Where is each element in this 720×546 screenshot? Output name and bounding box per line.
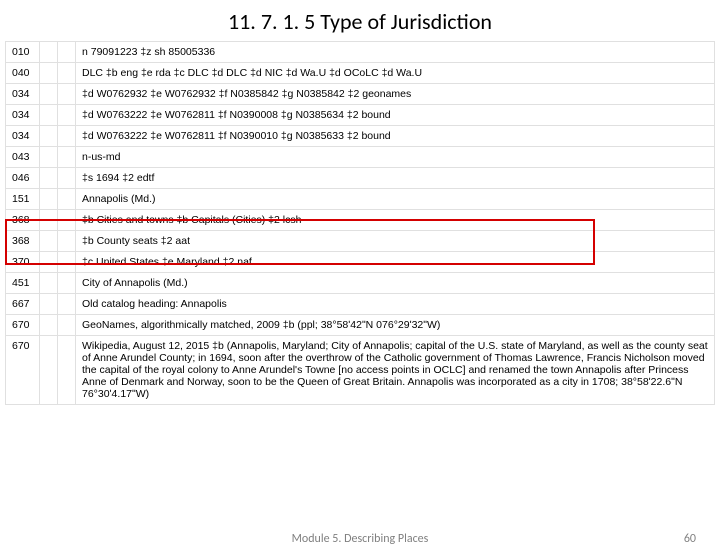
field-tag: 667 xyxy=(6,294,40,315)
indicator-1 xyxy=(40,294,58,315)
indicator-2 xyxy=(58,315,76,336)
field-tag: 370 xyxy=(6,252,40,273)
indicator-2 xyxy=(58,231,76,252)
indicator-1 xyxy=(40,168,58,189)
field-content: Old catalog heading: Annapolis xyxy=(76,294,715,315)
indicator-2 xyxy=(58,210,76,231)
table-row: 368 ‡b County seats ‡2 aat xyxy=(6,231,715,252)
indicator-2 xyxy=(58,105,76,126)
field-tag: 368 xyxy=(6,231,40,252)
table-row: 043 n-us-md xyxy=(6,147,715,168)
indicator-1 xyxy=(40,126,58,147)
field-tag: 670 xyxy=(6,315,40,336)
indicator-2 xyxy=(58,63,76,84)
field-tag: 040 xyxy=(6,63,40,84)
field-content: ‡d W0762932 ‡e W0762932 ‡f N0385842 ‡g N… xyxy=(76,84,715,105)
field-content: DLC ‡b eng ‡e rda ‡c DLC ‡d DLC ‡d NIC ‡… xyxy=(76,63,715,84)
table-row: 034 ‡d W0762932 ‡e W0762932 ‡f N0385842 ‡… xyxy=(6,84,715,105)
field-tag: 046 xyxy=(6,168,40,189)
field-tag: 151 xyxy=(6,189,40,210)
field-tag: 670 xyxy=(6,336,40,405)
indicator-2 xyxy=(58,84,76,105)
field-tag: 034 xyxy=(6,126,40,147)
indicator-1 xyxy=(40,336,58,405)
indicator-1 xyxy=(40,189,58,210)
field-content: Annapolis (Md.) xyxy=(76,189,715,210)
field-tag: 043 xyxy=(6,147,40,168)
indicator-1 xyxy=(40,210,58,231)
field-content: ‡b County seats ‡2 aat xyxy=(76,231,715,252)
indicator-1 xyxy=(40,63,58,84)
table-row: 667 Old catalog heading: Annapolis xyxy=(6,294,715,315)
indicator-1 xyxy=(40,231,58,252)
table-row: 034 ‡d W0763222 ‡e W0762811 ‡f N0390010 ‡… xyxy=(6,126,715,147)
indicator-1 xyxy=(40,84,58,105)
field-content: Wikipedia, August 12, 2015 ‡b (Annapolis… xyxy=(76,336,715,405)
field-tag: 034 xyxy=(6,84,40,105)
indicator-1 xyxy=(40,273,58,294)
indicator-2 xyxy=(58,336,76,405)
table-row: 010 n 79091223 ‡z sh 85005336 xyxy=(6,42,715,63)
table-row: 670 GeoNames, algorithmically matched, 20… xyxy=(6,315,715,336)
indicator-2 xyxy=(58,168,76,189)
field-content: ‡d W0763222 ‡e W0762811 ‡f N0390010 ‡g N… xyxy=(76,126,715,147)
field-content: n 79091223 ‡z sh 85005336 xyxy=(76,42,715,63)
footer-module: Module 5. Describing Places xyxy=(292,532,429,546)
table-row: 034 ‡d W0763222 ‡e W0762811 ‡f N0390008 ‡… xyxy=(6,105,715,126)
indicator-2 xyxy=(58,273,76,294)
table-row: 451 City of Annapolis (Md.) xyxy=(6,273,715,294)
field-content: ‡d W0763222 ‡e W0762811 ‡f N0390008 ‡g N… xyxy=(76,105,715,126)
table-row: 040 DLC ‡b eng ‡e rda ‡c DLC ‡d DLC ‡d NI… xyxy=(6,63,715,84)
field-tag: 034 xyxy=(6,105,40,126)
indicator-1 xyxy=(40,105,58,126)
field-tag: 010 xyxy=(6,42,40,63)
field-content: ‡s 1694 ‡2 edtf xyxy=(76,168,715,189)
field-content: n-us-md xyxy=(76,147,715,168)
indicator-2 xyxy=(58,252,76,273)
table-row: 670 Wikipedia, August 12, 2015 ‡b (Annapo… xyxy=(6,336,715,405)
field-content: GeoNames, algorithmically matched, 2009 … xyxy=(76,315,715,336)
indicator-1 xyxy=(40,42,58,63)
marc-table: 010 n 79091223 ‡z sh 85005336 040 DLC ‡b en… xyxy=(5,41,715,405)
indicator-1 xyxy=(40,252,58,273)
marc-tbody: 010 n 79091223 ‡z sh 85005336 040 DLC ‡b en… xyxy=(6,42,715,405)
table-row: 368 ‡b Cities and towns ‡b Capitals (Citi… xyxy=(6,210,715,231)
indicator-2 xyxy=(58,294,76,315)
field-content: City of Annapolis (Md.) xyxy=(76,273,715,294)
indicator-2 xyxy=(58,189,76,210)
table-row: 046 ‡s 1694 ‡2 edtf xyxy=(6,168,715,189)
indicator-2 xyxy=(58,126,76,147)
page-title: 11. 7. 1. 5 Type of Jurisdiction xyxy=(0,0,720,41)
field-content: ‡c United States ‡e Maryland ‡2 naf xyxy=(76,252,715,273)
indicator-1 xyxy=(40,315,58,336)
field-tag: 368 xyxy=(6,210,40,231)
table-row: 151 Annapolis (Md.) xyxy=(6,189,715,210)
indicator-1 xyxy=(40,147,58,168)
field-tag: 451 xyxy=(6,273,40,294)
field-content: ‡b Cities and towns ‡b Capitals (Cities)… xyxy=(76,210,715,231)
indicator-2 xyxy=(58,42,76,63)
footer-page: 60 xyxy=(684,532,696,546)
indicator-2 xyxy=(58,147,76,168)
table-row: 370 ‡c United States ‡e Maryland ‡2 naf xyxy=(6,252,715,273)
